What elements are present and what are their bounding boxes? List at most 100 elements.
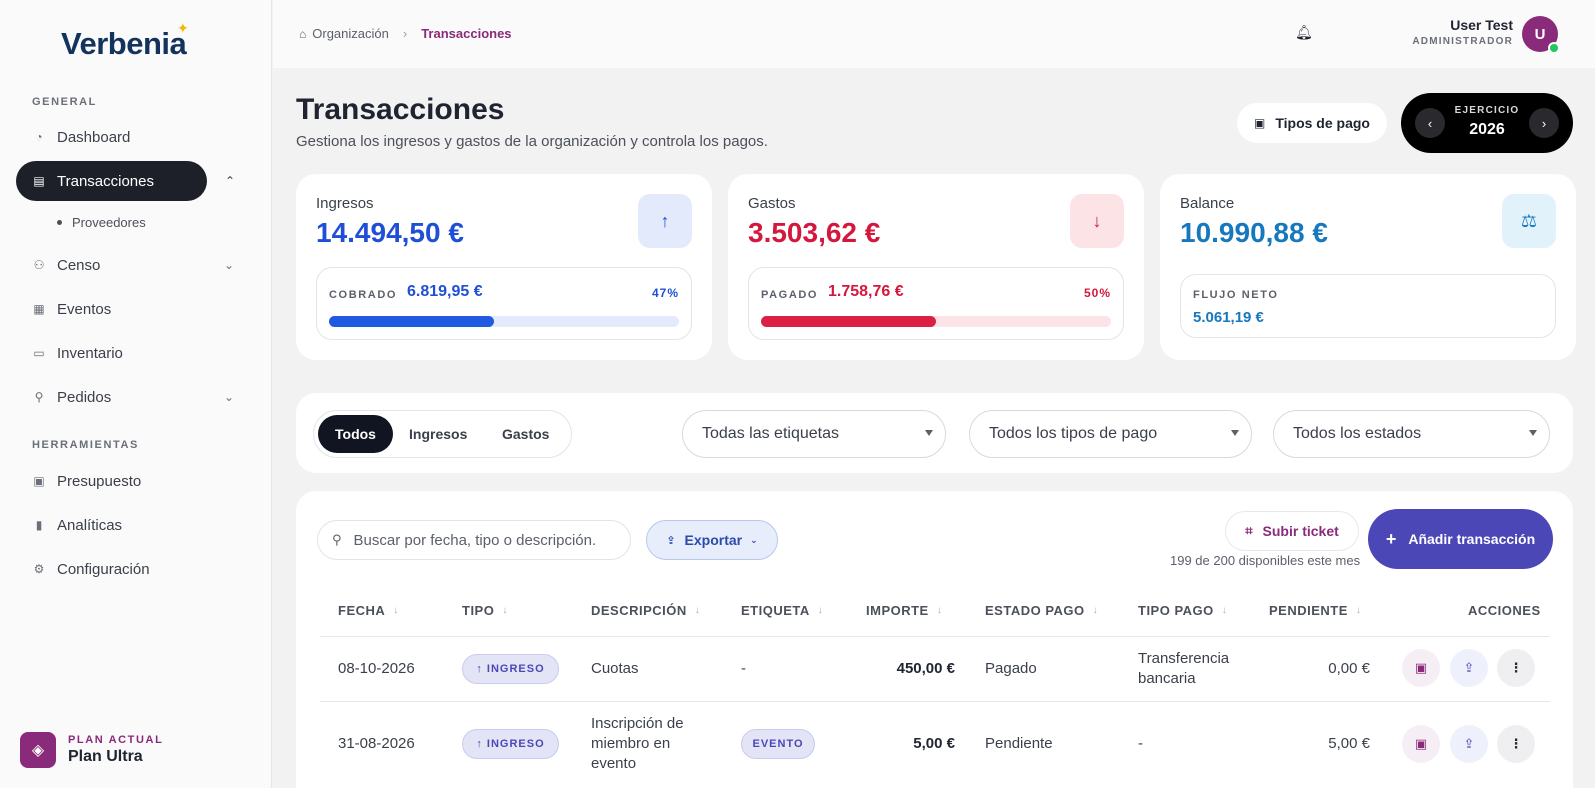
breadcrumb-item[interactable]: Organización (312, 26, 389, 41)
balance-amount: 10.990,88 € (1180, 217, 1328, 248)
caret-down-icon (925, 430, 933, 436)
column-header-fecha[interactable]: FECHA ↓ (338, 603, 399, 618)
cell-payment-type: - (1138, 735, 1143, 752)
paid-progress-fill (761, 316, 936, 327)
bar-chart-icon: ▮ (35, 518, 43, 532)
column-header-tipo-pago[interactable]: TIPO PAGO ↓ (1138, 603, 1227, 618)
sidebar: Verbenia ✦ GENERAL ◔ Dashboard ▤ Transacc… (0, 0, 272, 788)
segment-ingresos[interactable]: Ingresos (392, 415, 484, 453)
segment-todos[interactable]: Todos (318, 415, 393, 453)
income-amount: 14.494,50 € (316, 217, 464, 248)
users-icon: ⚇ (33, 258, 45, 272)
sidebar-item-configuracion[interactable]: ⚙ Configuración (16, 549, 252, 589)
column-header-pendiente[interactable]: PENDIENTE ↓ (1269, 603, 1361, 618)
column-label: FECHA (338, 603, 386, 618)
search-field[interactable]: ⚲ (317, 520, 631, 560)
column-header-etiqueta[interactable]: ETIQUETA ↓ (741, 603, 823, 618)
column-label: DESCRIPCIÓN (591, 603, 687, 618)
bell-icon[interactable]: 🔔︎ (1295, 24, 1313, 41)
cell-tag: - (741, 660, 746, 677)
sidebar-item-eventos[interactable]: ▦ Eventos (16, 289, 252, 329)
sort-icon: ↓ (1221, 605, 1228, 616)
avatar-initial: U (1534, 25, 1546, 43)
sidebar-item-label: Censo (57, 256, 101, 274)
column-header-descripcion[interactable]: DESCRIPCIÓN ↓ (591, 603, 700, 618)
sidebar-item-pedidos[interactable]: ⚲ Pedidos ⌄ (16, 377, 252, 417)
section-label-general: GENERAL (32, 96, 97, 108)
wallet-icon: ▣ (1254, 116, 1266, 130)
column-header-estado-pago[interactable]: ESTADO PAGO ↓ (985, 603, 1098, 618)
column-header-importe[interactable]: IMPORTE ↓ (866, 603, 942, 618)
status-select[interactable]: Todos los estados (1273, 410, 1550, 458)
sidebar-item-dashboard[interactable]: ◔ Dashboard (16, 117, 252, 157)
type-badge-label: INGRESO (486, 738, 545, 750)
exercise-year-selector: ‹ EJERCICIO 2026 › (1401, 93, 1573, 153)
payment-types-button[interactable]: ▣ Tipos de pago (1237, 103, 1387, 143)
paid-label: PAGADO (761, 289, 819, 301)
sort-icon: ↓ (1355, 605, 1362, 616)
paid-value: 1.758,76 € (828, 283, 904, 300)
logo[interactable]: Verbenia ✦ (61, 20, 189, 62)
expenses-amount: 3.503,62 € (748, 217, 881, 248)
sidebar-item-censo[interactable]: ⚇ Censo ⌄ (16, 245, 252, 285)
current-plan[interactable]: ◈ PLAN ACTUAL Plan Ultra (20, 732, 163, 768)
upload-icon[interactable]: ⇪ (1450, 725, 1488, 763)
user-name: User Test (1450, 17, 1513, 33)
export-button[interactable]: ⇪ Exportar ⌄ (646, 520, 778, 560)
wallet-icon[interactable]: ▣ (1402, 725, 1440, 763)
tags-select[interactable]: Todas las etiquetas (682, 410, 946, 458)
collected-progress-bar (329, 316, 679, 327)
sidebar-item-inventario[interactable]: ▭ Inventario (16, 333, 252, 373)
more-vertical-icon[interactable]: ⋮ (1497, 725, 1535, 763)
caret-down-icon (1529, 430, 1537, 436)
chevron-down-icon[interactable]: ⌄ (224, 390, 234, 404)
payment-types-select[interactable]: Todos los tipos de pago (969, 410, 1252, 458)
expenses-title: Gastos (748, 195, 796, 212)
plus-icon: + (1385, 528, 1397, 549)
collected-progress-fill (329, 316, 494, 327)
sidebar-item-analiticas[interactable]: ▮ Analíticas (16, 505, 252, 545)
plan-label: PLAN ACTUAL (68, 734, 164, 746)
search-input[interactable] (353, 531, 624, 549)
sort-icon: ↓ (817, 605, 824, 616)
chevron-right-icon[interactable]: › (1529, 108, 1559, 138)
sidebar-item-presupuesto[interactable]: ▣ Presupuesto (16, 461, 252, 501)
cell-date: 08-10-2026 (338, 660, 415, 677)
upload-icon[interactable]: ⇪ (1450, 649, 1488, 687)
scan-icon: ⌗ (1245, 523, 1253, 538)
home-icon[interactable]: ⌂ (299, 27, 306, 41)
sidebar-subitem-proveedores[interactable]: Proveedores (57, 215, 146, 230)
chevron-down-icon[interactable]: ⌄ (224, 258, 234, 272)
cell-pending: 5,00 € (1328, 735, 1370, 752)
sidebar-item-transacciones[interactable]: ▤ Transacciones ⌃ (16, 161, 235, 201)
arrow-up-icon: ↑ (638, 194, 692, 248)
segment-gastos[interactable]: Gastos (485, 415, 566, 453)
payment-types-label: Tipos de pago (1275, 115, 1370, 131)
sidebar-subitem-label: Proveedores (72, 215, 146, 230)
more-vertical-icon[interactable]: ⋮ (1497, 649, 1535, 687)
sidebar-item-label: Configuración (57, 560, 150, 578)
add-transaction-button[interactable]: + Añadir transacción (1368, 509, 1553, 569)
avatar[interactable]: U (1522, 16, 1560, 54)
net-flow-label: FLUJO NETO (1193, 289, 1279, 301)
sidebar-item-label: Transacciones (57, 172, 154, 190)
upload-ticket-button[interactable]: ⌗ Subir ticket (1225, 511, 1359, 551)
ticket-quota: 199 de 200 disponibles este mes (1170, 553, 1361, 568)
column-label: TIPO (462, 603, 495, 618)
user-info[interactable]: User Test ADMINISTRADOR (1412, 17, 1513, 47)
sort-icon: ↓ (936, 605, 943, 616)
paid-percent: 50% (1083, 286, 1111, 300)
paid-progress-bar (761, 316, 1111, 327)
column-header-tipo[interactable]: TIPO ↓ (462, 603, 508, 618)
cell-pending: 0,00 € (1328, 660, 1370, 677)
sort-icon: ↓ (502, 605, 508, 616)
tag-badge: EVENTO (741, 729, 815, 759)
upload-ticket-label: Subir ticket (1262, 523, 1339, 539)
wallet-icon[interactable]: ▣ (1402, 649, 1440, 687)
income-title: Ingresos (316, 195, 374, 212)
add-transaction-label: Añadir transacción (1408, 531, 1536, 547)
chevron-up-icon[interactable]: ⌃ (225, 174, 235, 188)
plan-name: Plan Ultra (68, 748, 143, 765)
column-label: PENDIENTE (1269, 603, 1348, 618)
upload-icon: ⇪ (666, 534, 676, 547)
